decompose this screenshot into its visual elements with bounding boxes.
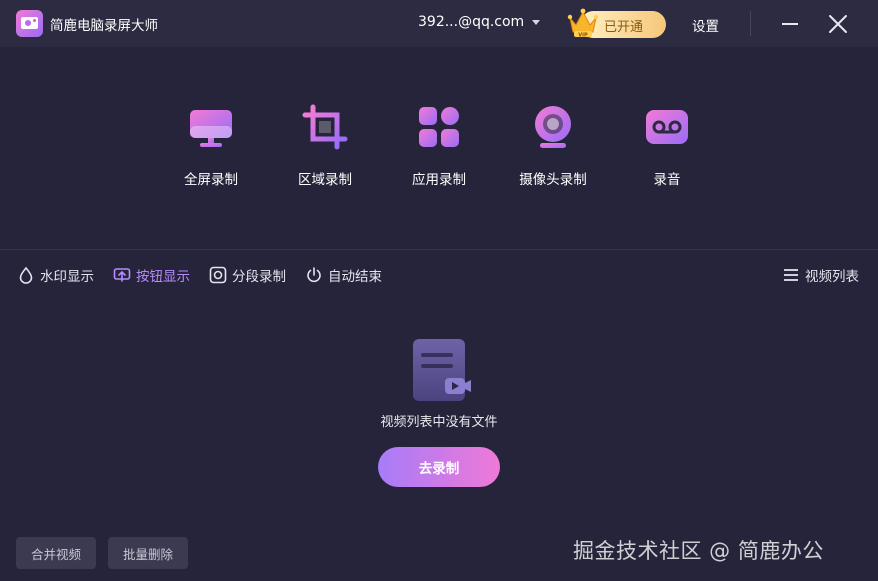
app-title: 简鹿电脑录屏大师 bbox=[50, 18, 158, 34]
mode-label: 录音 bbox=[653, 172, 681, 188]
watermark-toggle[interactable]: 水印显示 bbox=[17, 265, 94, 285]
mode-label: 摄像头录制 bbox=[519, 172, 587, 188]
mouse-click-icon bbox=[113, 268, 131, 282]
segment-record-toggle[interactable]: 分段录制 bbox=[209, 265, 286, 285]
water-drop-icon bbox=[19, 266, 33, 284]
mode-webcam-record[interactable]: 摄像头录制 bbox=[508, 104, 598, 194]
watermark-label: 水印显示 bbox=[40, 269, 94, 285]
empty-list-message: 视频列表中没有文件 bbox=[380, 415, 498, 430]
monitor-icon bbox=[190, 110, 232, 147]
settings-button[interactable]: 设置 bbox=[692, 15, 719, 35]
vip-badge[interactable]: VIP 已开通 bbox=[566, 6, 668, 42]
mode-fullscreen-record[interactable]: 全屏录制 bbox=[166, 104, 256, 194]
title-bar: 简鹿电脑录屏大师 392...@qq.com VIP 已开通 设置 bbox=[0, 0, 878, 47]
account-email[interactable]: 392...@qq.com bbox=[418, 14, 524, 30]
auto-end-label: 自动结束 bbox=[328, 269, 382, 285]
account-caret-icon[interactable] bbox=[532, 20, 540, 25]
button-display-toggle[interactable]: 按钮显示 bbox=[113, 265, 190, 285]
site-watermark: 掘金技术社区 @ 简鹿办公 bbox=[573, 539, 824, 563]
mode-region-record[interactable]: 区域录制 bbox=[280, 104, 370, 194]
button-display-label: 按钮显示 bbox=[136, 269, 190, 285]
options-row: 水印显示 按钮显示 分段录制 自动结束 视频列表 bbox=[0, 251, 878, 299]
mode-audio-record[interactable]: 录音 bbox=[622, 104, 712, 194]
video-list-label: 视频列表 bbox=[805, 269, 859, 285]
empty-file-video-icon bbox=[413, 339, 471, 401]
crown-icon: VIP bbox=[567, 8, 599, 38]
titlebar-divider bbox=[750, 11, 751, 36]
record-mode-bar: 全屏录制 区域录制 应用录制 摄像头录制 录音 bbox=[0, 47, 878, 250]
merge-video-button[interactable]: 合并视频 bbox=[16, 537, 96, 569]
close-icon[interactable] bbox=[828, 14, 848, 34]
go-record-button[interactable]: 去录制 bbox=[378, 447, 500, 487]
mode-app-record[interactable]: 应用录制 bbox=[394, 104, 484, 194]
vip-label: 已开通 bbox=[604, 20, 644, 35]
crop-icon bbox=[302, 104, 348, 150]
audio-tape-icon bbox=[646, 110, 688, 144]
segment-record-label: 分段录制 bbox=[232, 269, 286, 285]
mode-label: 应用录制 bbox=[412, 172, 466, 188]
mode-label: 全屏录制 bbox=[184, 172, 238, 188]
webcam-icon bbox=[535, 106, 571, 148]
app-window: 简鹿电脑录屏大师 392...@qq.com VIP 已开通 设置 全屏录制 区… bbox=[0, 0, 878, 581]
video-list-button[interactable]: 视频列表 bbox=[783, 265, 859, 285]
svg-text:VIP: VIP bbox=[578, 32, 588, 38]
list-icon bbox=[784, 269, 798, 281]
app-logo-icon bbox=[16, 10, 43, 37]
power-icon bbox=[307, 267, 321, 283]
auto-end-toggle[interactable]: 自动结束 bbox=[305, 265, 382, 285]
batch-delete-button[interactable]: 批量删除 bbox=[108, 537, 188, 569]
segment-icon bbox=[209, 266, 227, 284]
mode-label: 区域录制 bbox=[298, 172, 352, 188]
minimize-icon[interactable] bbox=[782, 23, 798, 25]
apps-grid-icon bbox=[419, 107, 459, 147]
